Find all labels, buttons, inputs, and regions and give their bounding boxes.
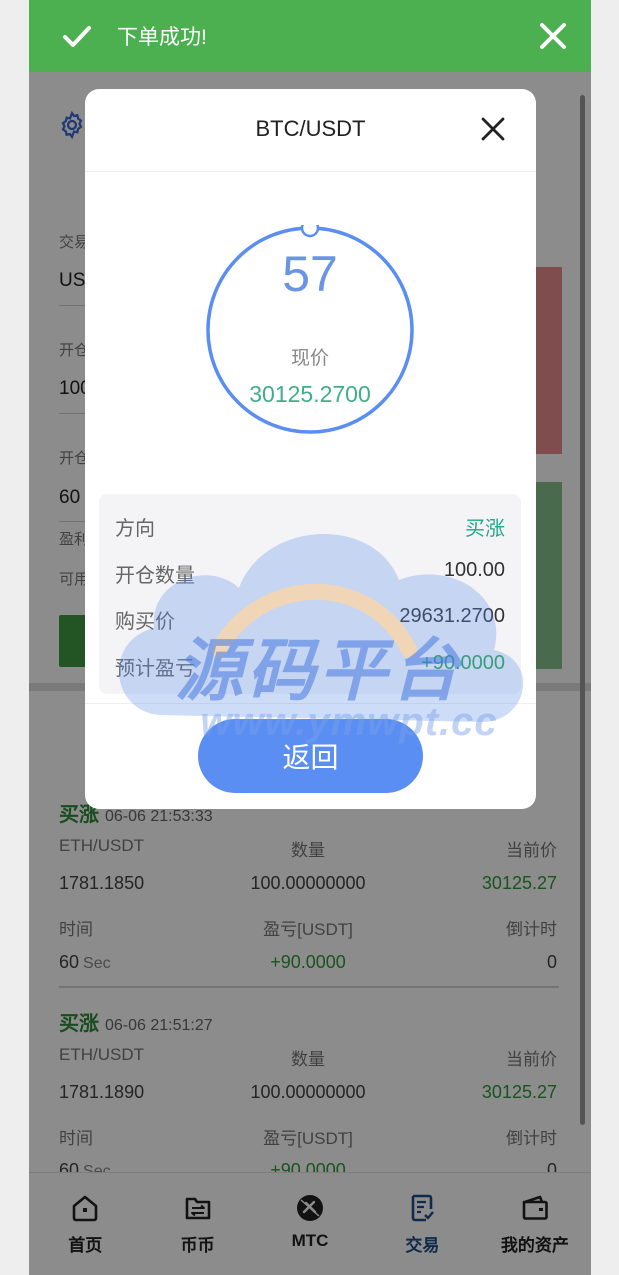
app-screen: 交易 US 开仓 100 开仓 60 盈利 可用 买涨 06-06 21:53:… xyxy=(29,0,591,1275)
current-price-label: 现价 xyxy=(290,348,329,369)
info-key: 预计盈亏 xyxy=(115,658,195,680)
current-price-value: 30125.2700 xyxy=(249,381,371,407)
info-value: 买涨 xyxy=(465,518,505,540)
info-key: 购买价 xyxy=(115,611,175,633)
back-button[interactable]: 返回 xyxy=(198,719,423,793)
success-toast: 下单成功! xyxy=(29,0,591,72)
info-value: 29631.2700 xyxy=(399,605,505,627)
info-key: 开仓数量 xyxy=(115,565,195,587)
info-row-quantity: 开仓数量 100.00 xyxy=(115,559,505,589)
toast-message: 下单成功! xyxy=(117,26,207,49)
order-detail-modal: BTC/USDT 57 现价 30125.2700 方向 买涨 开仓数量 100… xyxy=(85,89,536,809)
info-value: 100.00 xyxy=(443,559,505,581)
modal-header-divider xyxy=(85,171,536,172)
toast-close-icon[interactable] xyxy=(537,20,569,52)
order-info-panel: 方向 买涨 开仓数量 100.00 购买价 29631.2700 预计盈亏 +9… xyxy=(99,494,521,694)
countdown-ring-knob xyxy=(300,225,320,238)
close-icon[interactable] xyxy=(480,116,506,142)
info-row-direction: 方向 买涨 xyxy=(115,512,505,542)
check-icon xyxy=(63,26,91,47)
info-value: +90.0000 xyxy=(421,652,505,674)
countdown-value: 57 xyxy=(282,246,338,302)
info-row-buy-price: 购买价 29631.2700 xyxy=(115,605,505,635)
modal-title: BTC/USDT xyxy=(255,116,366,141)
modal-footer-divider xyxy=(85,703,536,704)
info-key: 方向 xyxy=(115,518,155,540)
info-row-expected-pnl: 预计盈亏 +90.0000 xyxy=(115,652,505,682)
